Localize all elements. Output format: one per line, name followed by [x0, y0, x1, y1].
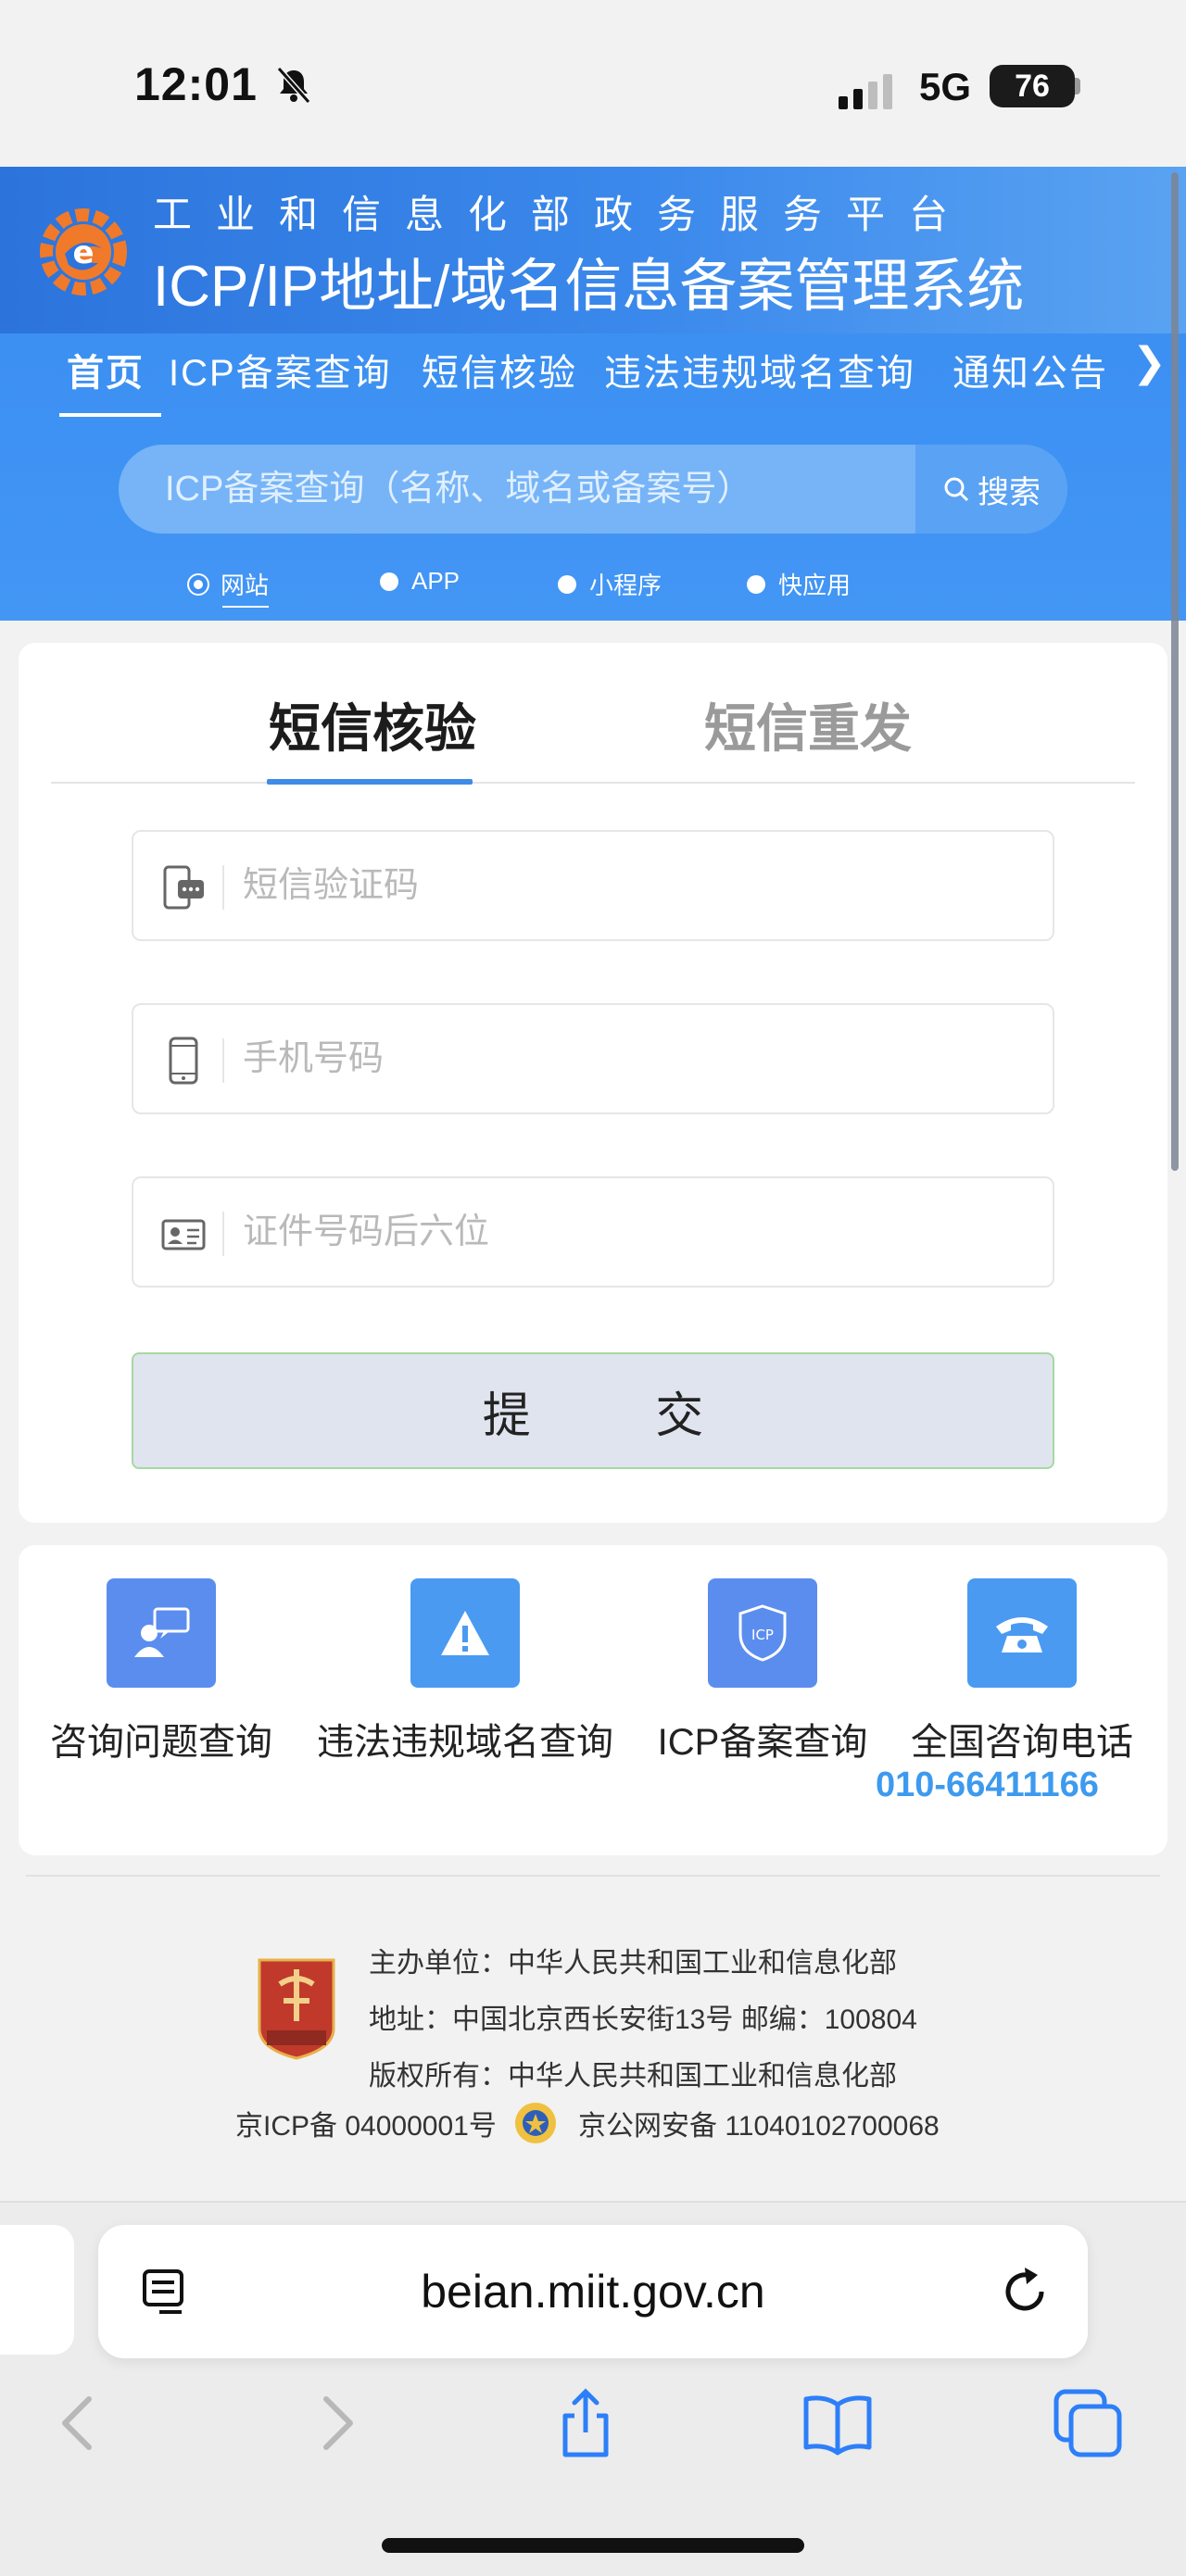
service-label: ICP备案查询 — [657, 1722, 868, 1763]
radio-label: 快应用 — [778, 572, 852, 599]
field-separator — [222, 865, 224, 910]
tab-active-indicator — [267, 779, 473, 785]
address-bar[interactable]: beian.miit.gov.cn — [98, 2225, 1088, 2358]
radio-selected-icon — [189, 574, 208, 594]
site-title: ICP/IP地址/域名信息备案管理系统 — [153, 255, 1025, 319]
search-icon — [944, 477, 969, 502]
id-card-icon — [161, 1219, 206, 1250]
header-banner: e 工业和信息化部政务服务平台 ICP/IP地址/域名信息备案管理系统 — [0, 167, 1186, 333]
radio-mini-program[interactable]: 小程序 — [558, 567, 662, 601]
warning-icon — [410, 1578, 520, 1688]
radio-app[interactable]: APP — [380, 567, 460, 596]
hotline-number[interactable]: 010-66411166 — [876, 1766, 1099, 1805]
chevron-right-icon[interactable]: ❯ — [1132, 339, 1167, 386]
sms-message-icon — [163, 865, 204, 910]
radio-icon — [558, 574, 576, 594]
tab-sms-verify[interactable]: 短信核验 — [269, 687, 476, 762]
previous-tab-preview[interactable] — [0, 2225, 74, 2355]
service-label: 违法违规域名查询 — [317, 1722, 613, 1763]
svg-text:ICP: ICP — [751, 1627, 774, 1643]
nav-illegal-domain[interactable]: 违法违规域名查询 — [604, 343, 915, 396]
radio-website[interactable]: 网站 — [189, 567, 269, 601]
radio-icon — [747, 574, 765, 594]
site-subtitle: 工业和信息化部政务服务平台 — [153, 193, 973, 236]
id-number-field — [132, 1176, 1054, 1288]
radio-icon — [380, 572, 398, 591]
mobile-phone-icon — [169, 1037, 198, 1085]
reader-icon[interactable] — [141, 2268, 191, 2318]
back-icon[interactable] — [41, 2384, 119, 2462]
tab-divider — [51, 782, 1135, 784]
service-shortcuts: 咨询问题查询 违法违规域名查询 ICP ICP备案查询 全国咨询电话 010-6… — [19, 1545, 1167, 1855]
nav-notices[interactable]: 通知公告 — [953, 343, 1108, 396]
nav-active-indicator — [59, 413, 161, 417]
share-icon[interactable] — [547, 2384, 625, 2462]
nav-home[interactable]: 首页 — [67, 343, 145, 396]
signal-icon — [839, 74, 892, 109]
bookmarks-icon[interactable] — [799, 2384, 877, 2462]
service-hotline[interactable]: 全国咨询电话 — [897, 1578, 1147, 1766]
radio-label: APP — [411, 567, 461, 595]
search-input[interactable] — [119, 445, 915, 534]
browser-toolbar: beian.miit.gov.cn — [0, 2201, 1186, 2576]
phone-field — [132, 1003, 1054, 1114]
screen: 12:01 5G 76 e 工业和信息化部政务服务平台 ICP/IP地址/域名信… — [0, 0, 1186, 2576]
reload-icon[interactable] — [997, 2264, 1053, 2319]
site-logo-icon[interactable]: e — [37, 206, 130, 298]
footer-address: 地址：中国北京西长安街13号 邮编：100804 — [369, 2004, 917, 2035]
phone-input[interactable] — [243, 1005, 1040, 1112]
sms-code-input[interactable] — [243, 832, 1040, 939]
submit-button[interactable]: 提 交 — [132, 1352, 1054, 1469]
search-button[interactable]: 搜索 — [915, 445, 1067, 534]
radio-label: 网站 — [221, 572, 270, 599]
footer-icp-link[interactable]: 京ICP备 04000001号 — [235, 2103, 497, 2143]
gov-emblem-icon[interactable] — [252, 1956, 341, 2060]
silent-bell-icon — [276, 67, 311, 104]
service-consult[interactable]: 咨询问题查询 — [50, 1578, 272, 1766]
shield-icon: ICP — [708, 1578, 817, 1688]
network-type: 5G — [919, 65, 972, 108]
forward-icon[interactable] — [296, 2384, 374, 2462]
search-type-options: 网站 APP 小程序 快应用 — [0, 567, 1186, 604]
nav-sms-verify[interactable]: 短信核验 — [422, 343, 577, 396]
field-separator — [222, 1212, 224, 1256]
main-nav: 首页 ICP备案查询 短信核验 违法违规域名查询 通知公告 — [0, 343, 1186, 417]
field-separator — [222, 1038, 224, 1083]
tab-sms-resend[interactable]: 短信重发 — [704, 687, 912, 762]
radio-label: 小程序 — [589, 572, 662, 599]
search-bar: 搜索 — [119, 445, 1067, 534]
svg-text:e: e — [72, 234, 94, 271]
nav-icp-query[interactable]: ICP备案查询 — [169, 343, 392, 396]
footer-divider — [26, 1875, 1160, 1877]
service-icp-query[interactable]: ICP ICP备案查询 — [637, 1578, 888, 1766]
radio-selected-underline — [222, 606, 269, 608]
status-time: 12:01 — [134, 58, 258, 110]
status-bar: 12:01 5G 76 — [0, 0, 1186, 167]
radio-quick-app[interactable]: 快应用 — [747, 567, 851, 601]
home-indicator[interactable] — [382, 2538, 804, 2553]
footer-police-link[interactable]: 京公网安备 11040102700068 — [578, 2103, 940, 2143]
footer-sponsor: 主办单位：中华人民共和国工业和信息化部 — [369, 1948, 897, 1979]
service-label: 咨询问题查询 — [50, 1722, 272, 1763]
police-badge-icon — [515, 2103, 556, 2143]
service-label: 全国咨询电话 — [911, 1722, 1133, 1763]
sms-verify-card: 短信核验 短信重发 短信验证码 手机号码 证件号码后六位 提 交 — [19, 643, 1167, 1523]
consult-icon — [107, 1578, 216, 1688]
footer-copyright: 版权所有：中华人民共和国工业和信息化部 — [369, 2061, 897, 2092]
telephone-icon — [967, 1578, 1077, 1688]
scrollbar[interactable] — [1171, 172, 1179, 1171]
id-last6-input[interactable] — [243, 1178, 1040, 1286]
tabs-icon[interactable] — [1049, 2384, 1127, 2462]
battery-icon: 76 — [990, 65, 1075, 107]
search-button-label: 搜索 — [978, 474, 1041, 510]
url-text: beian.miit.gov.cn — [421, 2266, 765, 2318]
site-header: e 工业和信息化部政务服务平台 ICP/IP地址/域名信息备案管理系统 首页 I… — [0, 167, 1186, 621]
battery-tip — [1075, 78, 1080, 94]
service-illegal-domain[interactable]: 违法违规域名查询 — [308, 1578, 623, 1766]
sms-code-field — [132, 830, 1054, 941]
